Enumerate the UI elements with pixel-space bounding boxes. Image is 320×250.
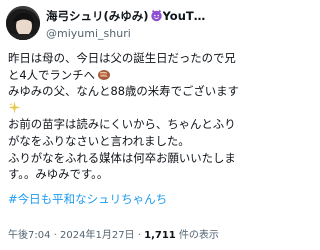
meta-separator-2: · bbox=[134, 230, 145, 241]
tweet: 海弓シュリ(みゆみ) YouT… @miyumi_shuri 昨日は母の、今日は… bbox=[0, 0, 242, 250]
tweet-line-2-text: と4人でランチへ bbox=[8, 67, 95, 82]
tweet-header: 海弓シュリ(みゆみ) YouT… @miyumi_shuri bbox=[6, 4, 238, 44]
tweet-line-7: ふりがなをふれる媒体は何卒お願いいたしま bbox=[8, 150, 236, 165]
avatar[interactable] bbox=[6, 6, 40, 40]
tweet-line-8: す。。みゆみです。。 bbox=[8, 167, 109, 182]
tweet-line-5: お前の苗字は読みにくいから、ちゃんとふり bbox=[8, 117, 236, 132]
hashtag-link[interactable]: #今日も平和なシュリちゃんち bbox=[8, 191, 240, 208]
tweet-time[interactable]: 午後7:04 bbox=[8, 230, 50, 241]
tweet-line-6: がなをふりなさいと言われました。 bbox=[8, 133, 190, 148]
views-count[interactable]: 1,711 bbox=[144, 230, 176, 241]
display-name[interactable]: 海弓シュリ(みゆみ) bbox=[46, 8, 149, 24]
avatar-icon bbox=[6, 6, 40, 40]
display-name-suffix[interactable]: YouT… bbox=[163, 9, 206, 23]
meta-separator: · bbox=[50, 230, 61, 241]
display-name-row[interactable]: 海弓シュリ(みゆみ) YouT… bbox=[46, 8, 238, 24]
tweet-text: 昨日は母の、今日は父の誕生日だったので兄 と4人でランチへ みゆみの父、なんと8… bbox=[8, 50, 240, 207]
views-label: 件の表示 bbox=[175, 230, 219, 241]
tweet-date[interactable]: 2024年1月27日 bbox=[60, 230, 135, 241]
tweet-line-2: と4人でランチへ bbox=[8, 67, 240, 84]
author-handle[interactable]: @miyumi_shuri bbox=[46, 27, 238, 40]
tweet-line-4 bbox=[8, 100, 240, 117]
cute-demon-icon bbox=[150, 8, 163, 24]
author-names: 海弓シュリ(みゆみ) YouT… @miyumi_shuri bbox=[46, 8, 238, 40]
tweet-meta: 午後7:04 · 2024年1月27日 · 1,711 件の表示 bbox=[8, 226, 219, 241]
tweet-line-1: 昨日は母の、今日は父の誕生日だったので兄 bbox=[8, 51, 236, 65]
tweet-line-3: みゆみの父、なんと88歳の米寿でございます bbox=[8, 84, 239, 99]
